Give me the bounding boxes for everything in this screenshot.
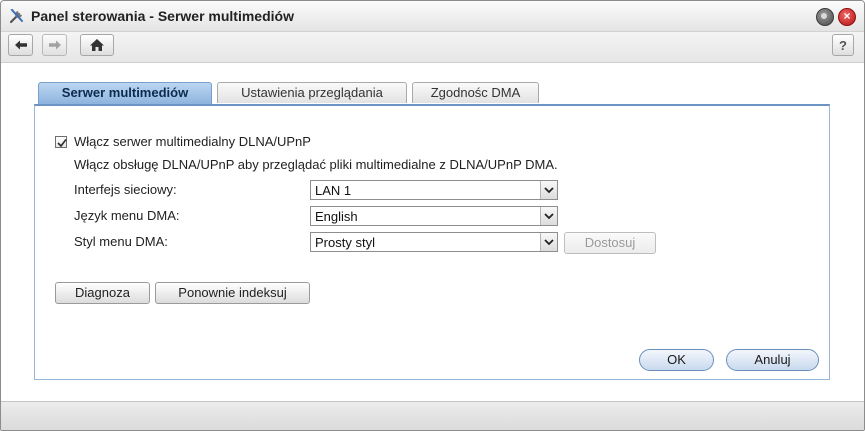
window-title: Panel sterowania - Serwer multimediów [31,8,294,24]
reindex-button[interactable]: Ponownie indeksuj [155,282,310,304]
title-bar: Panel sterowania - Serwer multimediów × [1,1,864,32]
network-interface-value: LAN 1 [315,183,352,198]
help-button[interactable]: ? [832,34,854,56]
enable-dlna-checkbox[interactable] [55,136,67,148]
dropdown-arrow[interactable] [540,233,557,251]
ok-button[interactable]: OK [639,349,714,371]
chevron-down-icon [544,213,554,220]
dropdown-arrow[interactable] [540,181,557,199]
back-button[interactable] [8,34,33,56]
tools-icon [8,7,26,25]
control-panel-window: Panel sterowania - Serwer multimediów × … [0,0,865,431]
home-button[interactable] [80,34,114,56]
close-button[interactable]: × [838,8,856,26]
dma-style-value: Prosty styl [315,235,375,250]
forward-button[interactable] [42,34,67,56]
chevron-down-icon [544,187,554,194]
cancel-button[interactable]: Anuluj [726,349,819,371]
dma-language-label: Język menu DMA: [74,208,180,223]
minimize-button[interactable] [816,8,834,26]
dma-language-value: English [315,209,358,224]
diagnose-button[interactable]: Diagnoza [55,282,150,304]
network-interface-label: Interfejs sieciowy: [74,182,177,197]
dma-language-select[interactable]: English [310,206,558,226]
dma-style-label: Styl menu DMA: [74,234,168,249]
tab-browsing-settings[interactable]: Ustawienia przeglądania [217,82,407,103]
enable-dlna-label: Włącz serwer multimedialny DLNA/UPnP [74,134,311,149]
home-icon [90,39,104,51]
chevron-down-icon [544,239,554,246]
customize-button[interactable]: Dostosuj [564,232,656,254]
tab-dma-compatibility[interactable]: Zgodnośc DMA [412,82,539,103]
status-bar [1,401,864,430]
network-interface-select[interactable]: LAN 1 [310,180,558,200]
dlna-description: Włącz obsługę DLNA/UPnP aby przeglądać p… [74,157,558,172]
tab-media-server[interactable]: Serwer multimediów [38,82,212,104]
dma-style-select[interactable]: Prosty styl [310,232,558,252]
arrow-right-icon [48,40,61,50]
dropdown-arrow[interactable] [540,207,557,225]
arrow-left-icon [14,40,27,50]
checkmark-icon [57,139,67,148]
navigation-toolbar: ? [1,32,864,63]
